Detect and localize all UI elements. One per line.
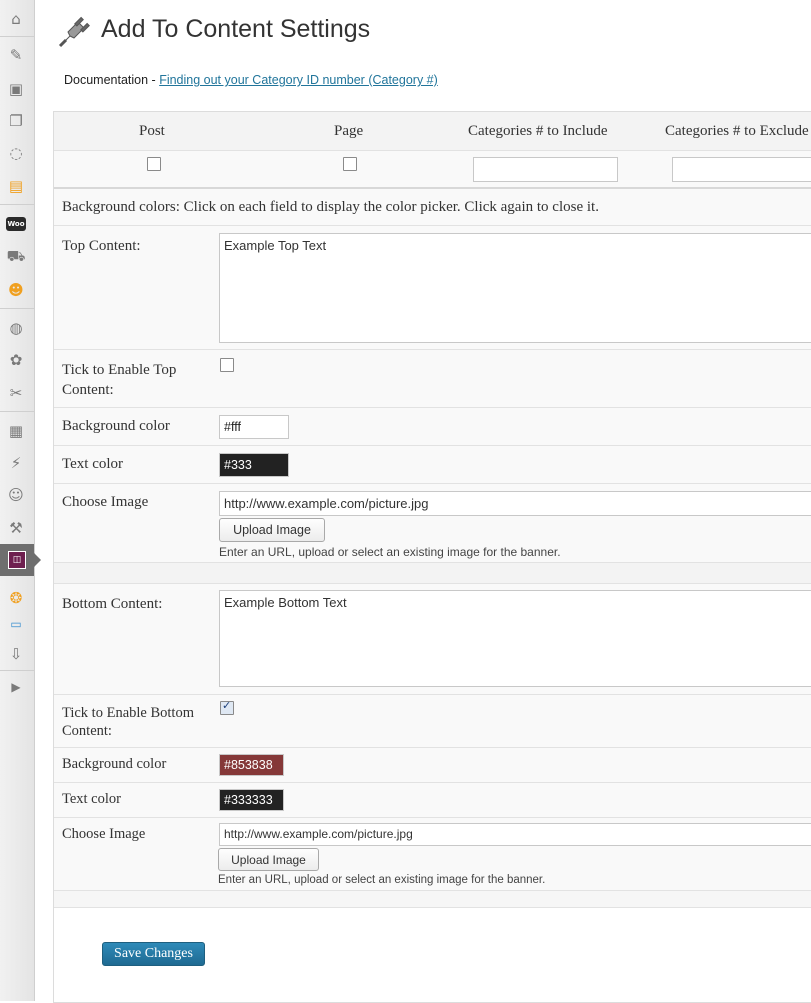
- top-image-hint: Enter an URL, upload or select an existi…: [219, 545, 561, 559]
- comments-icon[interactable]: ◌: [5, 143, 27, 163]
- category-table-header: Post Page Categories # to Include Catego…: [54, 112, 811, 151]
- bottom-enable-label: Tick to Enable Bottom Content:: [62, 705, 194, 739]
- top-text-color-field[interactable]: #333: [219, 453, 289, 477]
- plugin-plug-icon: [58, 16, 90, 48]
- user-icon[interactable]: ☻: [5, 280, 27, 300]
- sidebar-separator: [0, 204, 34, 205]
- play-icon[interactable]: ▶: [5, 677, 27, 697]
- top-enable-checkbox[interactable]: [220, 358, 234, 372]
- top-bg-color-label: Background color: [62, 418, 170, 434]
- sidebar-separator: [0, 36, 34, 37]
- top-text-color-label: Text color: [62, 456, 124, 472]
- orange-icon[interactable]: ❂: [5, 588, 27, 608]
- categories-exclude-input[interactable]: [672, 157, 811, 182]
- top-content-row: Top Content: Example Top Text: [54, 226, 811, 350]
- bottom-bg-color-row: Background color #853838: [54, 748, 811, 783]
- bottom-image-url-input[interactable]: http://www.example.com/picture.jpg: [219, 823, 811, 846]
- cart-icon[interactable]: ⛟: [5, 247, 27, 267]
- top-bg-color-row: Background color #fff: [54, 408, 811, 446]
- instructions-row: Background colors: Click on each field t…: [54, 189, 811, 226]
- appearance-icon[interactable]: ✿: [5, 350, 27, 370]
- check-mark-icon: ✓: [222, 699, 232, 712]
- home-icon[interactable]: ⌂: [5, 9, 27, 29]
- extension-icon[interactable]: ◫: [8, 551, 26, 569]
- bottom-enable-row: Tick to Enable Bottom Content: ✓: [54, 695, 811, 748]
- page-checkbox[interactable]: [343, 157, 357, 171]
- tools-icon[interactable]: ✂: [5, 383, 27, 403]
- bottom-content-row: Bottom Content: Example Bottom Text: [54, 584, 811, 695]
- category-id-doc-link[interactable]: Finding out your Category ID number (Cat…: [159, 73, 438, 87]
- top-image-row: Choose Image http://www.example.com/pict…: [54, 484, 811, 563]
- sidebar-separator: [0, 411, 34, 412]
- widgets-icon[interactable]: ▦: [5, 421, 27, 441]
- post-checkbox[interactable]: [147, 157, 161, 171]
- bottom-content-textarea[interactable]: Example Bottom Text: [219, 590, 811, 687]
- bottom-image-label: Choose Image: [62, 826, 146, 842]
- bottom-text-color-row: Text color #333333: [54, 783, 811, 818]
- settings-panel: Post Page Categories # to Include Catego…: [53, 111, 811, 1003]
- settings-icon[interactable]: ⚒: [5, 518, 27, 538]
- bottom-content-label: Bottom Content:: [62, 596, 163, 612]
- pages-icon[interactable]: ❐: [5, 111, 27, 131]
- page-column-header: Page: [334, 123, 364, 139]
- globe-icon[interactable]: ◍: [5, 318, 27, 338]
- admin-sidebar: ⌂ ✎ ▣ ❐ ◌ ▤ Woo ⛟ ☻ ◍ ✿ ✂ ▦ ⚡ ☺ ⚒ ◫ ❂ ▭ …: [0, 0, 41, 1001]
- top-content-label: Top Content:: [62, 238, 141, 254]
- bottom-enable-checkbox[interactable]: ✓: [220, 699, 234, 715]
- bottom-text-color-label: Text color: [62, 791, 121, 807]
- exclude-column-header: Categories # to Exclude: [665, 123, 809, 139]
- documentation-prefix: Documentation -: [64, 73, 160, 87]
- woo-label: Woo: [6, 217, 26, 231]
- save-changes-button[interactable]: Save Changes: [102, 942, 205, 966]
- bottom-bg-color-label: Background color: [62, 756, 167, 772]
- plugins-icon[interactable]: ⚡: [5, 453, 27, 473]
- form-footer-spacer: [54, 891, 811, 908]
- top-enable-row: Tick to Enable Top Content:: [54, 350, 811, 408]
- include-column-header: Categories # to Include: [468, 123, 608, 139]
- download-icon[interactable]: ⇩: [5, 644, 27, 664]
- bottom-text-color-field[interactable]: #333333: [219, 789, 284, 811]
- bottom-image-hint: Enter an URL, upload or select an existi…: [218, 874, 546, 886]
- top-bg-color-field[interactable]: #fff: [219, 415, 289, 439]
- bubble-icon[interactable]: ▭: [5, 614, 27, 634]
- pin-icon[interactable]: ✎: [5, 45, 27, 65]
- section-spacer: [54, 563, 811, 584]
- top-image-url-input[interactable]: http://www.example.com/picture.jpg: [219, 491, 811, 516]
- sidebar-separator: [0, 670, 34, 671]
- woo-icon[interactable]: Woo: [5, 214, 27, 234]
- category-table-row: [54, 151, 811, 189]
- media-icon[interactable]: ▣: [5, 79, 27, 99]
- top-text-color-row: Text color #333: [54, 446, 811, 484]
- page-title: Add To Content Settings: [101, 15, 371, 43]
- categories-include-input[interactable]: [473, 157, 618, 182]
- forms-icon[interactable]: ▤: [5, 176, 27, 196]
- top-upload-image-button[interactable]: Upload Image: [219, 518, 325, 542]
- bottom-image-row: Choose Image http://www.example.com/pict…: [54, 818, 811, 891]
- top-content-textarea[interactable]: Example Top Text: [219, 233, 811, 343]
- color-picker-instructions: Background colors: Click on each field t…: [62, 199, 599, 215]
- sidebar-separator: [0, 308, 34, 309]
- bottom-upload-image-button[interactable]: Upload Image: [218, 848, 319, 871]
- top-image-label: Choose Image: [62, 494, 149, 510]
- bottom-bg-color-field[interactable]: #853838: [219, 754, 284, 776]
- post-column-header: Post: [139, 123, 165, 139]
- documentation-line: Documentation - Finding out your Categor…: [64, 73, 438, 87]
- users-icon[interactable]: ☺: [5, 485, 27, 505]
- top-enable-label: Tick to Enable Top Content:: [62, 362, 177, 398]
